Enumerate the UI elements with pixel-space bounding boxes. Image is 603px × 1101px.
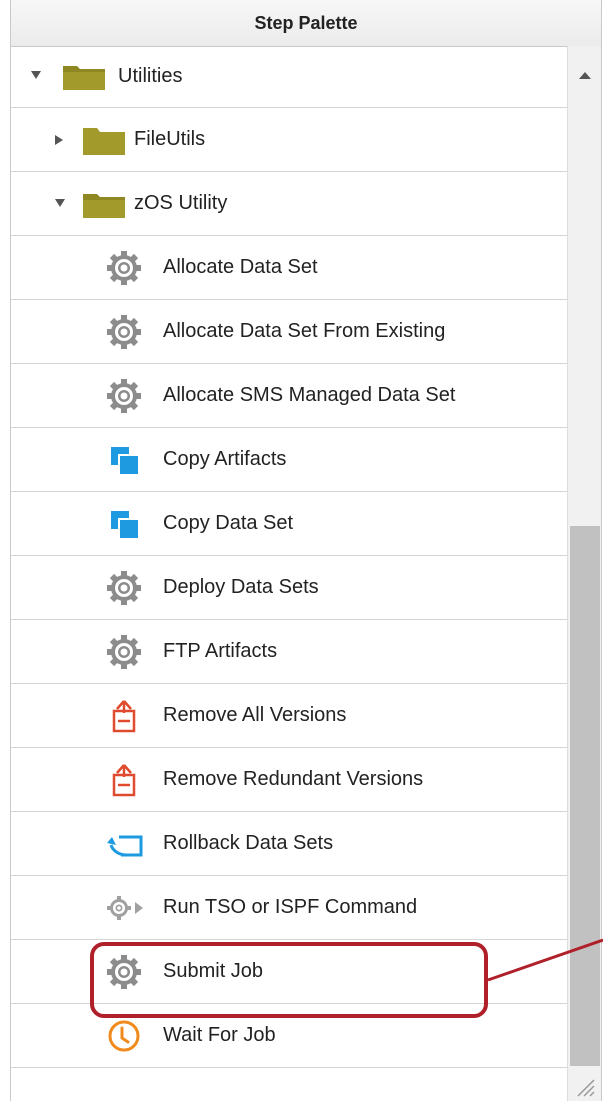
- tree-item-zos-utility[interactable]: zOS Utility: [11, 172, 567, 236]
- gear-icon: [107, 378, 141, 413]
- step-label: FTP Artifacts: [163, 640, 278, 662]
- step-label: Allocate Data Set: [163, 256, 318, 278]
- expand-arrow-icon[interactable]: [55, 199, 65, 207]
- step-label: Wait For Job: [163, 1024, 276, 1046]
- step-allocate-data-set[interactable]: Allocate Data Set: [11, 236, 567, 300]
- step-allocate-data-set-from-existing[interactable]: Allocate Data Set From Existing: [11, 300, 567, 364]
- step-remove-redundant-versions[interactable]: Remove Redundant Versions: [11, 748, 567, 812]
- step-rollback-data-sets[interactable]: Rollback Data Sets: [11, 812, 567, 876]
- remove-icon: [112, 699, 136, 732]
- folder-open-icon: [83, 194, 125, 218]
- tree-item-label: zOS Utility: [134, 192, 228, 214]
- step-ftp-artifacts[interactable]: FTP Artifacts: [11, 620, 567, 684]
- step-label: Allocate Data Set From Existing: [163, 320, 446, 342]
- rollback-icon: [107, 835, 143, 856]
- copy-icon: [111, 446, 138, 474]
- clock-icon: [108, 1020, 140, 1051]
- folder-closed-icon: [83, 128, 125, 155]
- step-label: Deploy Data Sets: [163, 576, 319, 598]
- step-deploy-data-sets[interactable]: Deploy Data Sets: [11, 556, 567, 620]
- gear-icon: [107, 250, 141, 285]
- collapsed-arrow-icon[interactable]: [55, 135, 63, 145]
- resize-grip-icon[interactable]: [574, 1076, 596, 1098]
- step-run-tso-or-ispf-command[interactable]: Run TSO or ISPF Command: [11, 876, 567, 940]
- gear-icon: [107, 314, 141, 349]
- scroll-up-arrow-icon[interactable]: [579, 72, 591, 79]
- step-copy-artifacts[interactable]: Copy Artifacts: [11, 428, 567, 492]
- gear-icon: [107, 570, 141, 605]
- step-label: Allocate SMS Managed Data Set: [163, 384, 456, 406]
- step-copy-data-set[interactable]: Copy Data Set: [11, 492, 567, 556]
- step-label: Copy Artifacts: [163, 448, 287, 470]
- tree-item-label: FileUtils: [134, 128, 206, 150]
- step-label: Run TSO or ISPF Command: [163, 896, 418, 918]
- tree-item-label: Utilities: [118, 65, 183, 87]
- step-label: Remove All Versions: [163, 704, 347, 726]
- step-remove-all-versions[interactable]: Remove All Versions: [11, 684, 567, 748]
- step-label: Copy Data Set: [163, 512, 294, 534]
- step-tree: Utilities FileUtils zOS Utility Allocate…: [11, 46, 567, 1068]
- folder-open-icon: [63, 66, 105, 90]
- highlight-annotation-box: [90, 942, 488, 1018]
- step-label: Remove Redundant Versions: [163, 768, 424, 790]
- gear-run-icon: [107, 895, 143, 920]
- tree-item-fileutils[interactable]: FileUtils: [11, 108, 567, 172]
- copy-icon: [111, 510, 138, 538]
- step-label: Rollback Data Sets: [163, 832, 334, 854]
- tree-item-utilities[interactable]: Utilities: [11, 46, 567, 108]
- step-palette-panel: Step Palette Utilities FileUtils zOS Uti…: [10, 0, 602, 1101]
- expand-arrow-icon[interactable]: [31, 71, 41, 79]
- remove-icon: [112, 763, 136, 796]
- gear-icon: [107, 634, 141, 669]
- vertical-scrollbar[interactable]: [567, 46, 601, 1101]
- panel-title: Step Palette: [11, 0, 601, 47]
- scrollbar-thumb[interactable]: [570, 526, 600, 1066]
- step-allocate-sms-managed-data-set[interactable]: Allocate SMS Managed Data Set: [11, 364, 567, 428]
